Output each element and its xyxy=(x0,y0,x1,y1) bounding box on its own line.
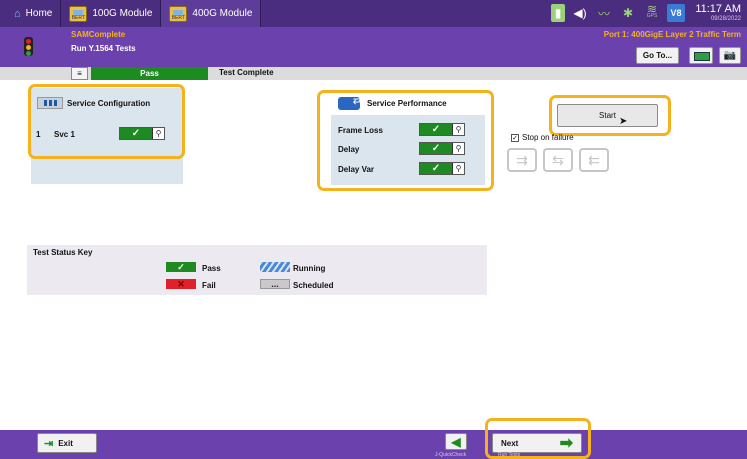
clock-date: 09/28/2022 xyxy=(710,16,741,22)
running-key-label: Running xyxy=(293,264,326,273)
pass-key-label: Pass xyxy=(202,264,221,273)
screen-layout-icon[interactable] xyxy=(689,47,713,64)
flow-loopback-icon: ⇆ xyxy=(543,148,573,172)
test-header: SAMComplete Run Y.1564 Tests Port 1: 400… xyxy=(0,27,747,67)
clock: 11:17 AM 09/28/2022 xyxy=(695,3,741,23)
test-flow-icons: ⇉ ⇆ ⇇ xyxy=(507,148,609,172)
exit-icon: ⇥ xyxy=(44,437,54,450)
test-status-key-title: Test Status Key xyxy=(33,248,93,257)
result-badge: Pass xyxy=(91,67,208,80)
app-name: SAMComplete xyxy=(71,30,126,39)
service-performance-highlight xyxy=(317,90,494,191)
scheduled-key-label: Scheduled xyxy=(293,281,334,290)
satellite-icon: ✱ xyxy=(622,6,634,20)
stop-on-failure-checkbox[interactable]: ✓ Stop on failure xyxy=(511,133,574,142)
flow-forward-icon: ⇉ xyxy=(507,148,537,172)
battery-icon: ▮ xyxy=(551,4,565,22)
speaker-icon[interactable]: ◀) xyxy=(571,4,589,22)
tab-100g-module[interactable]: BERT 100G Module xyxy=(60,0,160,27)
tab-home-label: Home xyxy=(25,8,53,19)
arrow-left-icon: ◀ xyxy=(451,434,461,449)
exit-label: Exit xyxy=(58,438,73,448)
checkbox-checked-icon: ✓ xyxy=(511,133,519,142)
tab-400g-module[interactable]: BERT 400G Module xyxy=(160,0,262,27)
camera-icon[interactable]: 📷 xyxy=(719,47,741,64)
test-name: Run Y.1564 Tests xyxy=(71,44,136,53)
test-status-text: Test Complete xyxy=(219,68,274,77)
traffic-light-icon xyxy=(24,37,33,56)
scheduled-swatch: ... xyxy=(260,279,290,289)
tab-home[interactable]: ⌂ Home xyxy=(0,0,60,27)
service-configuration-highlight xyxy=(28,84,185,159)
back-sub-label: J-QuickCheck xyxy=(435,452,467,458)
gps-icon: ≋ GPS xyxy=(646,2,658,19)
clock-time: 11:17 AM xyxy=(695,3,741,15)
back-button[interactable]: ◀ xyxy=(445,433,467,450)
home-icon: ⌂ xyxy=(14,7,21,20)
next-highlight xyxy=(485,418,591,459)
start-highlight xyxy=(549,95,671,136)
report-icon[interactable]: ≡ xyxy=(71,67,88,80)
fail-key-label: Fail xyxy=(202,281,216,290)
goto-button[interactable]: Go To... xyxy=(636,47,679,64)
v8-icon[interactable]: V8 xyxy=(667,4,685,22)
exit-button[interactable]: ⇥ Exit xyxy=(37,433,97,453)
test-status-key-panel xyxy=(27,245,487,295)
port-label: Port 1: 400GigE Layer 2 Traffic Term xyxy=(603,30,741,39)
system-status-icons: ▮ ◀) 〰 ✱ ≋ GPS V8 xyxy=(551,2,685,22)
footer-bar xyxy=(0,430,747,459)
pass-swatch: ✓ xyxy=(166,262,196,272)
result-status-bar: ≡ Pass Test Complete xyxy=(0,67,747,80)
bert-module-icon: BERT xyxy=(69,5,88,22)
bert-module-icon: BERT xyxy=(169,5,188,22)
flow-reverse-icon: ⇇ xyxy=(579,148,609,172)
link-icon: 〰 xyxy=(597,6,610,21)
stop-on-failure-label: Stop on failure xyxy=(522,133,574,142)
fail-swatch: ✕ xyxy=(166,279,196,289)
tab-100g-label: 100G Module xyxy=(92,8,153,19)
tab-400g-label: 400G Module xyxy=(192,8,253,19)
running-swatch xyxy=(260,262,290,272)
